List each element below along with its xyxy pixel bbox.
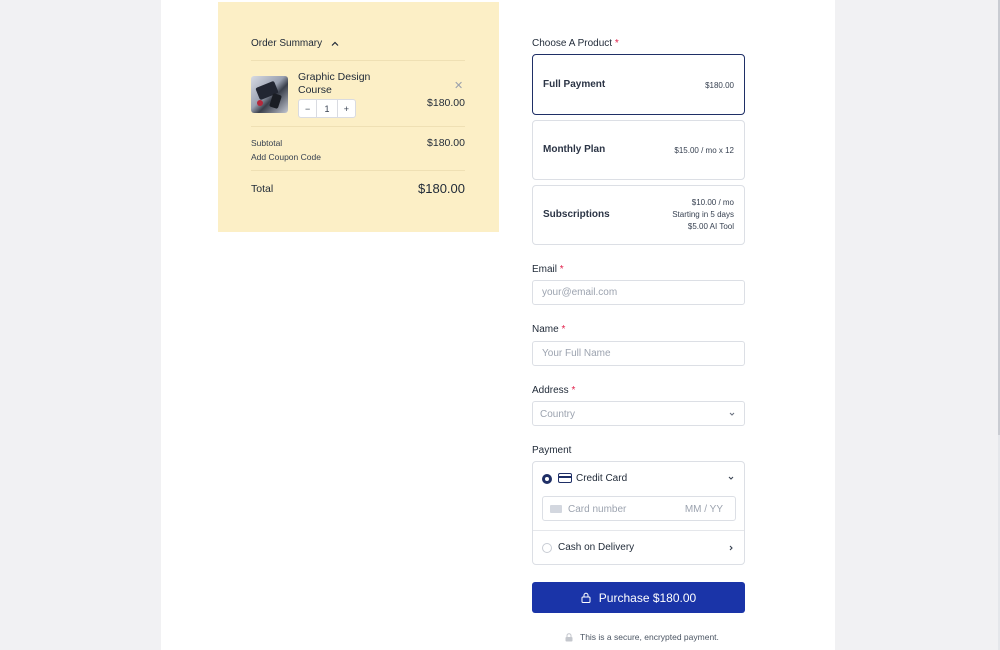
close-icon[interactable]: ✕ (454, 79, 463, 92)
product-option-name: Subscriptions (543, 209, 610, 220)
product-option-name: Full Payment (543, 79, 606, 90)
email-field[interactable] (532, 280, 745, 305)
add-coupon-link[interactable]: Add Coupon Code (251, 152, 321, 162)
purchase-button-label: Purchase $180.00 (598, 590, 697, 605)
quantity-stepper: − 1 + (298, 99, 356, 118)
secure-payment-text: This is a secure, encrypted payment. (580, 632, 719, 642)
card-brand-icon (550, 505, 562, 513)
divider (251, 170, 465, 171)
chevron-up-icon (331, 41, 339, 46)
required-mark: * (571, 385, 576, 396)
product-option-full-payment[interactable]: Full Payment $180.00 (532, 54, 745, 115)
product-option-price: $180.00 (705, 81, 734, 90)
country-select[interactable]: Country (532, 401, 745, 426)
product-thumbnail (251, 76, 288, 113)
purchase-button[interactable]: Purchase $180.00 (532, 582, 745, 613)
price-line: $5.00 AI Tool (687, 222, 734, 231)
lock-icon (581, 592, 591, 603)
total-value: $180.00 (418, 181, 465, 196)
credit-card-label[interactable]: Credit Card (576, 473, 627, 484)
divider (251, 60, 465, 61)
payment-methods: Credit Card Card number MM / YY Cash on … (532, 461, 745, 565)
product-option-monthly-plan[interactable]: Monthly Plan $15.00 / mo x 12 (532, 120, 745, 180)
increment-button[interactable]: + (338, 100, 355, 117)
credit-card-icon (558, 473, 572, 483)
divider (533, 530, 744, 531)
order-summary-panel: Order Summary Graphic Design Course ✕ − … (218, 2, 499, 232)
chevron-right-icon[interactable] (727, 544, 735, 552)
chevron-down-icon[interactable] (727, 474, 735, 482)
total-label: Total (251, 183, 274, 195)
card-number-placeholder: Card number (568, 504, 627, 515)
payment-label: Payment (532, 445, 572, 456)
price-line: $10.00 / mo (691, 198, 734, 207)
divider (251, 126, 465, 127)
expiry-input[interactable]: MM / YY (685, 504, 723, 515)
address-label: Address * (532, 385, 575, 396)
email-label: Email * (532, 264, 564, 275)
order-summary-heading: Order Summary (251, 38, 323, 49)
credit-card-radio[interactable] (542, 474, 552, 484)
quantity-value[interactable]: 1 (316, 100, 338, 117)
order-summary-toggle[interactable]: Order Summary (251, 38, 340, 49)
secure-payment-note: This is a secure, encrypted payment. (565, 632, 719, 642)
required-mark: * (614, 38, 619, 49)
name-label-text: Name (532, 324, 559, 335)
name-field[interactable] (532, 341, 745, 366)
email-label-text: Email (532, 264, 558, 275)
address-label-text: Address (532, 385, 569, 396)
subtotal-value: $180.00 (427, 137, 465, 149)
lock-icon (565, 632, 573, 641)
product-option-price-lines: $10.00 / mo Starting in 5 days $5.00 AI … (672, 197, 734, 233)
product-option-subscriptions[interactable]: Subscriptions $10.00 / mo Starting in 5 … (532, 185, 745, 245)
product-label-text: Choose A Product (532, 38, 613, 49)
cash-on-delivery-label[interactable]: Cash on Delivery (558, 542, 634, 553)
card-number-input[interactable]: Card number MM / YY (542, 496, 736, 521)
cash-on-delivery-radio[interactable] (542, 543, 552, 553)
product-section-label: Choose A Product * (532, 38, 619, 49)
required-mark: * (561, 324, 566, 335)
price-line: Starting in 5 days (672, 210, 734, 219)
subtotal-label: Subtotal (251, 138, 283, 148)
name-label: Name * (532, 324, 565, 335)
country-select-value: Country (540, 409, 576, 420)
product-option-price: $15.00 / mo x 12 (674, 146, 734, 155)
decrement-button[interactable]: − (299, 100, 316, 117)
product-name: Graphic Design Course (298, 71, 371, 96)
item-price: $180.00 (427, 97, 465, 109)
chevron-down-icon (729, 412, 735, 416)
product-option-name: Monthly Plan (543, 144, 606, 155)
required-mark: * (559, 264, 564, 275)
